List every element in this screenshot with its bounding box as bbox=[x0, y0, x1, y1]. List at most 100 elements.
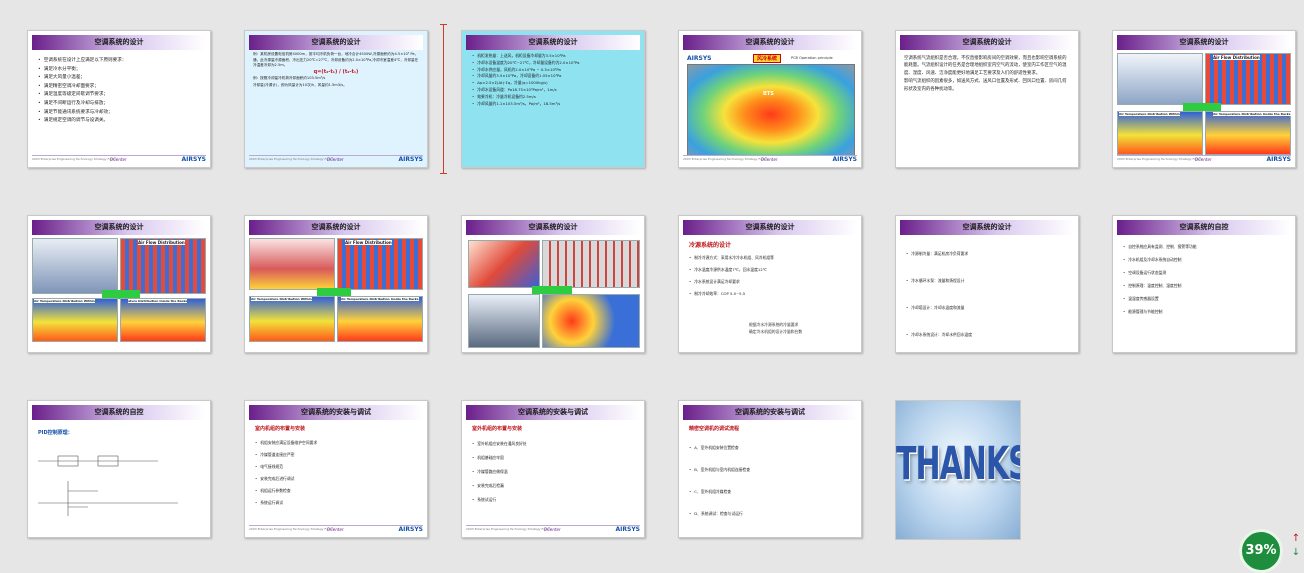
zoom-level: 39% bbox=[1239, 529, 1283, 573]
bullet-list: 自控系统应具有监测、控制、报警等功能 冷水机组及冷却水系统自动控制 空调设备运行… bbox=[1123, 240, 1287, 318]
slide-thumbnail-7[interactable]: 空调系统的设计 Air Flow Distribution Air Temper… bbox=[27, 215, 211, 353]
bullet-item: 满足规定空调的调节与设调关。 bbox=[38, 117, 202, 126]
slide-title: 空调系统的设计 bbox=[745, 223, 795, 231]
insertion-marker bbox=[440, 24, 447, 174]
room-render-image bbox=[249, 238, 335, 290]
slide-footer: 2003 Enterprise Engineering Technology S… bbox=[1117, 155, 1291, 163]
slide-title: 空调系统的设计 bbox=[94, 223, 144, 231]
bullet-list: 冷源制冷量：满足机房冷负荷要求 冷水循环水泵：流量和扬程设计 冷却塔设计：冷却水… bbox=[906, 240, 1070, 348]
slide-footer: 2003 Enterprise Engineering Technology S… bbox=[32, 155, 206, 163]
slide-title-bar: 空调系统的设计 bbox=[683, 35, 857, 50]
slide-thumbnail-9[interactable]: 空调系统的设计 bbox=[461, 215, 645, 353]
slide-title-bar: 空调系统的自控 bbox=[32, 405, 206, 420]
temperature-image-2 bbox=[1205, 111, 1291, 155]
slide-thumbnail-8[interactable]: 空调系统的设计 Air Flow Distribution Air Temper… bbox=[244, 215, 428, 353]
rack-render-image bbox=[468, 240, 540, 288]
bullet-item: 满足冷水分平衡； bbox=[38, 66, 202, 75]
room-render-image bbox=[32, 238, 118, 294]
arrow-up-icon[interactable]: ↑ bbox=[1289, 532, 1303, 546]
temperature-image-2 bbox=[120, 298, 206, 342]
room-render-image bbox=[1117, 53, 1203, 105]
datacenter-photo bbox=[468, 294, 540, 348]
bullet-item: 满足大风量小温差； bbox=[38, 74, 202, 83]
slide-footer: 2003 Enterprise Engineering Technology S… bbox=[249, 525, 423, 533]
slide-thumbnail-11[interactable]: 空调系统的设计 冷源制冷量：满足机房冷负荷要求 冷水循环水泵：流量和扬程设计 冷… bbox=[895, 215, 1079, 353]
slide-thumbnail-14[interactable]: 空调系统的安装与调试 室内机组的布置与安装 机组安装应满足设备维护空间要求 冷媒… bbox=[244, 400, 428, 538]
air-flow-chart-image bbox=[120, 238, 206, 294]
slide-thumbnail-13[interactable]: 空调系统的自控 PID控制原理： bbox=[27, 400, 211, 538]
zoom-indicator[interactable]: 39% bbox=[1239, 529, 1287, 573]
slide-heading: 室外机组的布置与安装 bbox=[472, 426, 523, 432]
slide-title: 空调系统的设计 bbox=[962, 38, 1012, 46]
slide-title-bar: 空调系统的设计 bbox=[1117, 35, 1291, 50]
air-flow-chart-image bbox=[337, 238, 423, 290]
bullet-item: 满足节能通讯系统要求与冷却效； bbox=[38, 109, 202, 118]
slide-thumbnail-4[interactable]: 空调系统的设计 AIRSYS 风冷系统 PCB Operation princi… bbox=[678, 30, 862, 168]
slide-text: 例：某机房设置电信机房4000m，按平均冷机负荷一台，地冷合计4500W,冷源面… bbox=[253, 52, 419, 87]
bullet-item: 满足精密空调冷却面要求； bbox=[38, 83, 202, 92]
slide-footer: 2003 Enterprise Engineering Technology S… bbox=[683, 155, 857, 163]
diagram-label: 风冷系统 bbox=[753, 54, 782, 63]
slide-title-bar: 空调系统的设计 bbox=[466, 220, 640, 235]
slide-title-bar: 空调系统的安装与调试 bbox=[249, 405, 423, 420]
slide-title-bar: 空调系统的设计 bbox=[900, 35, 1074, 50]
slide-title: 空调系统的自控 bbox=[1179, 223, 1229, 231]
green-tag bbox=[1183, 103, 1221, 111]
slide-footer: 2003 Enterprise Engineering Technology S… bbox=[249, 155, 423, 163]
green-tag bbox=[532, 286, 572, 294]
slide-title: 空调系统的安装与调试 bbox=[301, 408, 371, 416]
slide-thumbnail-6[interactable]: 空调系统的设计 Air Flow Distribution Air Temper… bbox=[1112, 30, 1296, 168]
diagram-bts-label: BTS bbox=[763, 91, 774, 97]
diagram-subtitle: PCB Operation principle bbox=[791, 56, 833, 60]
slide-thumbnail-2[interactable]: 空调系统的设计 例：某机房设置电信机房4000m，按平均冷机负荷一台，地冷合计4… bbox=[244, 30, 428, 168]
slide-title-bar: 空调系统的设计 bbox=[249, 220, 423, 235]
bullet-list: 室外机组应安装在通风良好处 机组基础应牢固 冷媒管路应做保温 安装完成后检漏 系… bbox=[472, 437, 636, 507]
pid-diagram bbox=[38, 455, 178, 516]
airflow-heatmap-image bbox=[687, 64, 855, 156]
slide-title: 空调系统的设计 bbox=[311, 223, 361, 231]
slide-thumbnail-10[interactable]: 空调系统的设计 冷源系统的设计 制冷冷源方式：采用水冷冷水机组、风冷机组等 冷水… bbox=[678, 215, 862, 353]
slide-title-bar: 空调系统的安装与调试 bbox=[683, 405, 857, 420]
thanks-text: THANKS bbox=[896, 438, 1021, 491]
slide-title: 空调系统的安装与调试 bbox=[518, 408, 588, 416]
slide-heading: 精密空调机的调试流程 bbox=[689, 426, 740, 432]
slide-footer: 2003 Enterprise Engineering Technology S… bbox=[466, 525, 640, 533]
slide-thumbnail-17-thanks[interactable]: THANKS bbox=[895, 400, 1021, 540]
slide-title: 空调系统的设计 bbox=[745, 38, 795, 46]
bullet-list: 机柜发热量：上送风，机柜设备冷却量为3.5×10³Pa 冷却水设备温度为20℃~… bbox=[472, 53, 636, 107]
bullet-list: 机组安装应满足设备维护空间要求 冷媒管道连接应严密 电气接线规范 安装完成后进行… bbox=[255, 437, 419, 509]
slide-text: 空调系统气流组织是否合理，不仅直接影响房间的空调效果，而且也影响空调系统的能耗量… bbox=[904, 56, 1067, 92]
temperature-image-2 bbox=[337, 296, 423, 342]
green-tag bbox=[317, 288, 351, 296]
slide-title-bar: 空调系统的自控 bbox=[1117, 220, 1291, 235]
slide-title: 空调系统的设计 bbox=[528, 38, 578, 46]
slide-title-bar: 空调系统的设计 bbox=[900, 220, 1074, 235]
brand-logo: AIRSYS bbox=[687, 55, 712, 62]
slide-title: 空调系统的设计 bbox=[94, 38, 144, 46]
scroll-arrows[interactable]: ↑ ↓ bbox=[1289, 532, 1303, 566]
slide-title: 空调系统的自控 bbox=[94, 408, 144, 416]
slide-title-bar: 空调系统的设计 bbox=[683, 220, 857, 235]
slide-thumbnail-1[interactable]: 空调系统的设计 空调系统在设计上应满足以下原则要求： 满足冷水分平衡； 满足大风… bbox=[27, 30, 211, 168]
slide-title: 空调系统的设计 bbox=[1179, 38, 1229, 46]
slide-thumbnail-3-selected[interactable]: 空调系统的设计 机柜发热量：上送风，机柜设备冷却量为3.5×10³Pa 冷却水设… bbox=[461, 30, 645, 168]
slide-thumbnail-16[interactable]: 空调系统的安装与调试 精密空调机的调试流程 A、室外机组安装位置检查 B、室外机… bbox=[678, 400, 862, 538]
slide-title: 空调系统的设计 bbox=[528, 223, 578, 231]
slide-title-bar: 空调系统的设计 bbox=[32, 35, 206, 50]
bullet-list: 制冷冷源方式：采用水冷冷水机组、风冷机组等 冷水温度冷源供水温度7℃，回水温度1… bbox=[689, 252, 853, 300]
slide-heading: 冷源系统的设计 bbox=[689, 242, 732, 249]
slide-thumbnail-15[interactable]: 空调系统的安装与调试 室外机组的布置与安装 室外机组应安装在通风良好处 机组基础… bbox=[461, 400, 645, 538]
temperature-cross-section bbox=[542, 294, 640, 348]
slide-heading: PID控制原理： bbox=[38, 430, 73, 436]
arrow-down-icon[interactable]: ↓ bbox=[1289, 546, 1303, 560]
slide-thumbnail-12[interactable]: 空调系统的自控 自控系统应具有监测、控制、报警等功能 冷水机组及冷却水系统自动控… bbox=[1112, 215, 1296, 353]
slide-title: 空调系统的设计 bbox=[311, 38, 361, 46]
bullet-list: A、室外机组安装位置检查 B、室外机组与室内机组连接检查 C、室外机组冷媒检查 … bbox=[689, 437, 853, 525]
slide-title-bar: 空调系统的安装与调试 bbox=[466, 405, 640, 420]
bullet-item: 满足不间断运行及冷却与排放； bbox=[38, 100, 202, 109]
slide-title: 空调系统的设计 bbox=[962, 223, 1012, 231]
slide-thumbnail-5[interactable]: 空调系统的设计 空调系统气流组织是否合理，不仅直接影响房间的空调效果，而且也影响… bbox=[895, 30, 1079, 168]
air-flow-chart-image bbox=[1205, 53, 1291, 105]
bullet-item: 空调系统在设计上应满足以下原则要求： bbox=[38, 57, 202, 66]
rack-front-image bbox=[542, 240, 640, 288]
